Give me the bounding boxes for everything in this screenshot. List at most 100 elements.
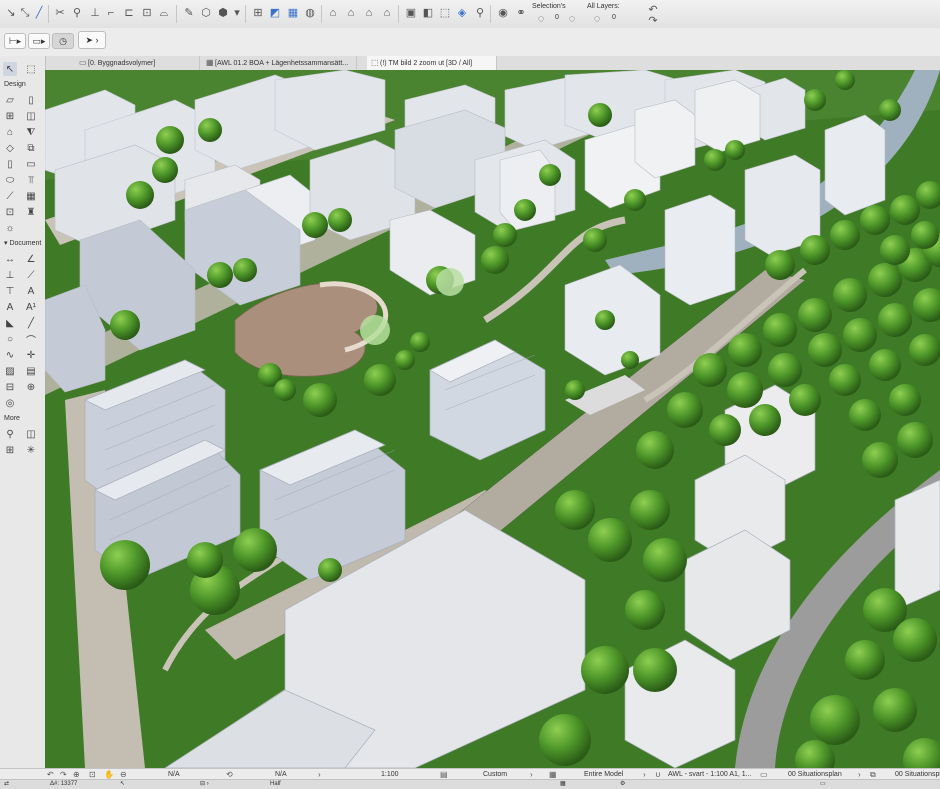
document-section-label: ▾ Document <box>4 240 42 247</box>
angle-dimension-tool[interactable]: ∠ <box>24 252 38 266</box>
column-tool[interactable]: ▯ <box>3 157 17 171</box>
main-toolbar: ↘ ⤡ ╱ ✂ ⚲ ⊥ ⌐ ⊏ ⊡ ⌓ ✎ ⬡ ⬢ ▾ ⊞ ◩ ▦ ◍ ⌂ ⌂ … <box>0 0 940 29</box>
offset-icon[interactable]: ⊡ <box>140 6 154 20</box>
adjust-icon[interactable]: ⊏ <box>122 6 136 20</box>
section-tool[interactable]: ⊟ <box>3 380 17 394</box>
cube-icon[interactable]: ⬚ <box>438 6 452 20</box>
roof-tool[interactable]: ⌂ <box>3 125 17 139</box>
fill-tool[interactable]: ◣ <box>3 316 17 330</box>
wall-end-tool[interactable]: ◫ <box>24 427 38 441</box>
radial-dimension-tool[interactable]: ⟋ <box>24 268 38 282</box>
tab-label: [AWL 01.2 BOA + Lägenhetssammansätt... <box>215 60 349 67</box>
gravity-button[interactable]: ◷ <box>52 33 74 49</box>
intersect-icon[interactable]: ⌓ <box>157 6 171 20</box>
hierarchy-icon[interactable]: ⊞ <box>251 6 265 20</box>
chevron-down-icon[interactable]: ▾ <box>230 6 244 20</box>
marquee-tool[interactable]: ⬚ <box>24 62 38 76</box>
info-box: ⊢▸ ▭▸ ◷ ➤ › <box>0 28 940 57</box>
house-outline-icon[interactable]: ⌂ <box>344 6 358 20</box>
site-model-render <box>45 70 940 768</box>
window-tool[interactable]: ⊞ <box>3 109 17 123</box>
polyline-tool[interactable]: ⌒ <box>24 332 38 347</box>
redo-icon[interactable]: ↷ <box>646 14 660 28</box>
layers-visibility-icon[interactable]: ◌ <box>590 12 604 26</box>
floorplan-icon[interactable]: ▣ <box>404 6 418 20</box>
plan-icon: ▦ <box>206 58 214 67</box>
level-dimension-tool[interactable]: ⊥ <box>3 268 17 282</box>
eye-icon[interactable]: ◉ <box>496 6 510 20</box>
selection-hide-icon[interactable]: ◌ <box>534 12 548 26</box>
pencil-icon[interactable]: ✎ <box>182 6 196 20</box>
stair-tool[interactable]: ⧉ <box>24 141 38 155</box>
selection-show-icon[interactable]: ◌ <box>565 12 579 26</box>
layers-icon[interactable]: ▦ <box>286 6 300 20</box>
lamp-tool[interactable]: ♜ <box>24 205 38 219</box>
house-roof-icon[interactable]: ⌂ <box>380 6 394 20</box>
arrow-tool[interactable]: ↖ <box>3 62 17 76</box>
shell-tool[interactable]: ⧨ <box>24 125 38 139</box>
trim-icon[interactable]: ✂ <box>53 6 67 20</box>
elevation-dimension-tool[interactable]: ⊤ <box>3 284 17 298</box>
orbit-icon[interactable]: ◈ <box>455 6 469 20</box>
trace-icon[interactable]: ⚭ <box>514 6 528 20</box>
text-tool[interactable]: A <box>24 284 38 298</box>
globe-icon[interactable]: ◍ <box>303 6 317 20</box>
line-tool[interactable]: ╱ <box>24 316 38 330</box>
3d-viewport[interactable] <box>45 70 940 768</box>
slab-tool[interactable]: ◫ <box>24 109 38 123</box>
elevation-tool[interactable]: ⊕ <box>24 380 38 394</box>
arrow-icon[interactable]: ↘ <box>4 6 18 20</box>
layer-icon[interactable]: ⬢ <box>216 6 230 20</box>
spline-tool[interactable]: ∿ <box>3 348 17 362</box>
house-icon[interactable]: ⌂ <box>326 6 340 20</box>
skylight-tool[interactable]: ☼ <box>3 221 17 235</box>
circle-tool[interactable]: ○ <box>3 332 17 346</box>
geometry-method-button[interactable]: ⊢▸ <box>4 33 26 49</box>
dimension-tool[interactable]: ↔ <box>3 252 17 266</box>
object-tool[interactable]: ⊡ <box>3 205 17 219</box>
marquee-icon[interactable]: ⤡ <box>18 6 32 20</box>
label-tool[interactable]: A <box>3 300 17 314</box>
gravity-icon: ◷ <box>59 35 67 46</box>
pointer-icon[interactable]: ╱ <box>32 6 46 20</box>
door-tool[interactable]: ▯ <box>24 93 38 107</box>
design-section-label: Design <box>4 81 26 88</box>
drawing-tool[interactable]: ▤ <box>24 364 38 378</box>
tab-byggnadsvolymer[interactable]: ▭[0. Byggnadsvolymer] <box>75 56 200 70</box>
fillet-icon[interactable]: ⌐ <box>104 6 118 20</box>
3d-view-icon[interactable]: ◧ <box>421 6 435 20</box>
folder-icon: ▭ <box>79 58 87 67</box>
stamp-icon[interactable]: ⬡ <box>199 6 213 20</box>
select-icon[interactable]: ◩ <box>268 6 282 20</box>
more-section-label: More <box>4 415 20 422</box>
grid-tool[interactable]: ⚲ <box>3 427 17 441</box>
magic-wand-icon[interactable]: ⚲ <box>70 6 84 20</box>
figure-tool[interactable]: ▨ <box>3 364 17 378</box>
wall-method-icon: ⊢▸ <box>8 35 22 46</box>
arrow-icon: ➤ › <box>85 34 99 45</box>
label-a1-tool[interactable]: A¹ <box>24 300 38 314</box>
corner-window-tool[interactable]: ⊞ <box>3 443 17 457</box>
curtain-wall-tool[interactable]: ▦ <box>24 189 38 203</box>
geometry-option-button[interactable]: ▭▸ <box>28 33 50 49</box>
mesh-tool[interactable]: ⟋ <box>3 189 17 203</box>
tab-awl-boa[interactable]: ▦[AWL 01.2 BOA + Lägenhetssammansätt... <box>202 56 357 70</box>
arrow-tool-button[interactable]: ➤ › <box>78 31 106 49</box>
hotspot-tool[interactable]: ✛ <box>24 348 38 362</box>
cube-icon: ⬚ <box>371 58 379 67</box>
walk-icon[interactable]: ⚲ <box>473 6 487 20</box>
layers-count: 0 <box>612 14 616 21</box>
tab-bar: ▭[0. Byggnadsvolymer] ▦[AWL 01.2 BOA + L… <box>45 56 940 71</box>
beam-tool[interactable]: ▭ <box>24 157 38 171</box>
worksheet-tool[interactable]: ◎ <box>3 396 17 410</box>
tab-label: (!) TM bild 2 zoom ut [3D / All] <box>380 60 473 67</box>
tab-3d-view[interactable]: ⬚(!) TM bild 2 zoom ut [3D / All] <box>367 56 497 70</box>
wall-tool[interactable]: ▱ <box>3 93 17 107</box>
house-cut-icon[interactable]: ⌂ <box>362 6 376 20</box>
tab-label: [0. Byggnadsvolymer] <box>88 60 156 67</box>
morph-tool[interactable]: ◇ <box>3 141 17 155</box>
zone-tool[interactable]: ⬭ <box>3 173 17 187</box>
split-icon[interactable]: ⊥ <box>88 6 102 20</box>
railing-tool[interactable]: ⫪ <box>24 173 38 187</box>
radial-tool[interactable]: ✳ <box>24 443 38 457</box>
